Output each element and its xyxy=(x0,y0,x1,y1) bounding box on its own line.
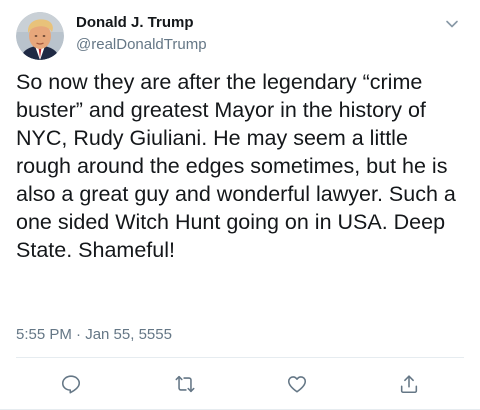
author-name[interactable]: Donald J. Trump xyxy=(76,14,194,31)
share-button[interactable] xyxy=(397,372,421,396)
tweet-text: So now they are after the legendary “cri… xyxy=(16,70,456,262)
like-icon xyxy=(287,376,307,393)
author-avatar[interactable] xyxy=(16,12,64,60)
like-button[interactable] xyxy=(285,372,309,396)
reply-button[interactable] xyxy=(59,372,83,396)
retweet-button[interactable] xyxy=(173,372,197,396)
tweet-card: Donald J. Trump @realDonaldTrump So now … xyxy=(0,0,480,410)
profile-photo-icon xyxy=(16,12,64,60)
author-handle[interactable]: @realDonaldTrump xyxy=(76,36,207,53)
divider xyxy=(16,357,464,358)
retweet-icon xyxy=(175,375,195,393)
share-icon xyxy=(400,375,418,394)
reply-icon xyxy=(61,375,81,394)
tweet-timestamp[interactable]: 5:55 PM · Jan 55, 5555 xyxy=(16,326,172,343)
chevron-down-icon[interactable] xyxy=(442,14,462,34)
